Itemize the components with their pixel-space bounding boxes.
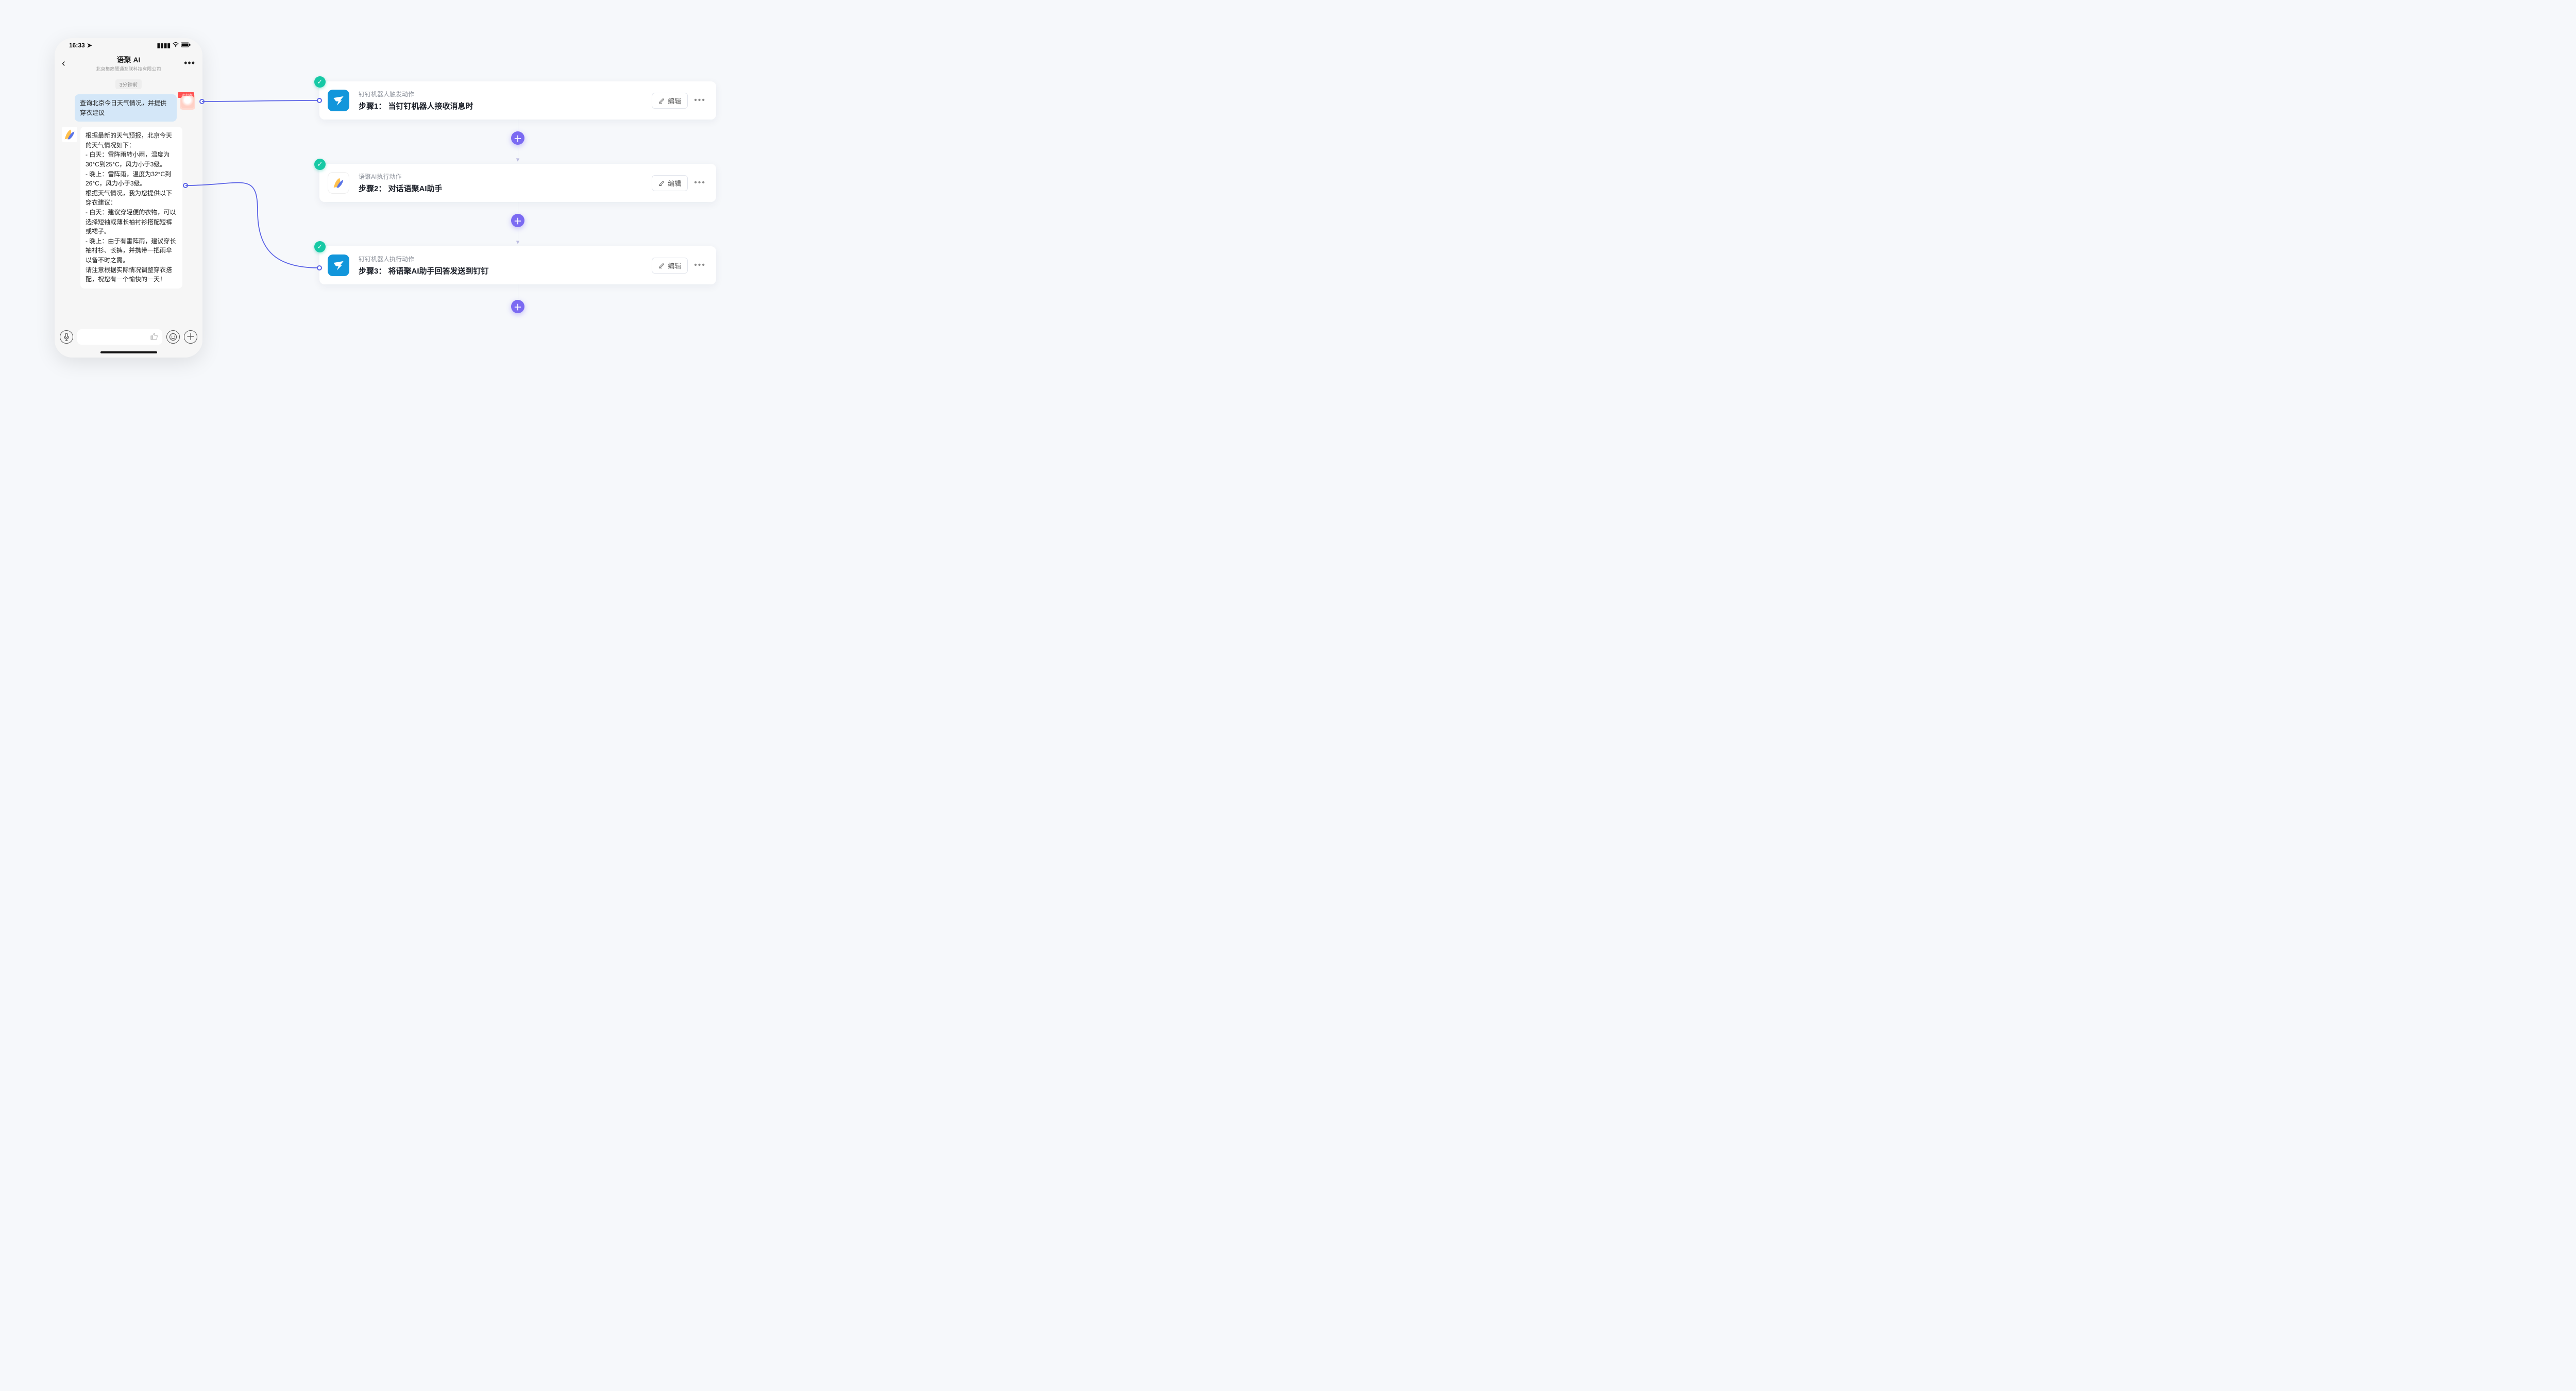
back-icon[interactable]: ‹ <box>62 58 65 70</box>
emoji-icon[interactable] <box>166 330 180 344</box>
yuju-logo-icon <box>62 127 77 142</box>
step-subtitle: 语聚AI执行动作 <box>359 172 652 181</box>
arrow-down-icon: ▾ <box>516 156 520 164</box>
status-indicators: ▮▮▮▮ <box>157 42 191 49</box>
user-message-bubble: 查询北京今日天气情况，并提供穿衣建议 <box>75 94 177 122</box>
bot-message-row: 根据最新的天气预报，北京今天的天气情况如下： - 白天：雷阵雨转小雨，温度为30… <box>59 127 198 289</box>
connector-tail: ＋ <box>511 284 524 314</box>
more-icon[interactable]: ••• <box>184 58 195 69</box>
add-step-button[interactable]: ＋ <box>511 131 524 145</box>
more-icon[interactable]: ••• <box>693 178 707 188</box>
home-indicator <box>100 351 157 353</box>
add-step-button[interactable]: ＋ <box>511 214 524 227</box>
phone-nav-bar: ‹ 语聚 AI 北京集简慧通互联科技有限公司 ••• <box>55 53 202 74</box>
check-icon: ✓ <box>314 76 326 88</box>
connector: ＋ ▾ <box>511 120 524 164</box>
nav-title-block: 语聚 AI 北京集简慧通互联科技有限公司 <box>96 55 161 72</box>
workflow-step-2[interactable]: ✓ 语聚AI执行动作 步骤2： 对话语聚AI助手 编辑 ••• <box>319 164 716 202</box>
edit-button[interactable]: 编辑 <box>652 93 688 109</box>
pencil-icon <box>658 262 665 269</box>
workflow: ✓ 钉钉机器人触发动作 步骤1： 当钉钉机器人接收消息时 编辑 ••• ＋ ▾ … <box>319 81 716 314</box>
check-icon: ✓ <box>314 241 326 252</box>
avatar-badge: 一起加油! <box>178 92 194 98</box>
message-input[interactable] <box>77 329 162 345</box>
pencil-icon <box>658 180 665 186</box>
status-time: 16:33 <box>69 42 85 49</box>
thumbs-up-icon[interactable] <box>150 332 158 342</box>
chat-input-bar: ＋ <box>55 326 202 349</box>
battery-icon <box>181 42 191 49</box>
pencil-icon <box>658 97 665 104</box>
voice-icon[interactable] <box>60 330 73 344</box>
more-icon[interactable]: ••• <box>693 261 707 270</box>
wifi-icon <box>173 42 179 49</box>
user-avatar[interactable]: 一起加油! <box>180 94 195 110</box>
edit-button[interactable]: 编辑 <box>652 258 688 274</box>
connector: ＋ ▾ <box>511 202 524 246</box>
dingtalk-icon <box>328 255 349 276</box>
more-icon[interactable]: ••• <box>693 96 707 105</box>
phone-mockup: 16:33 ➤ ▮▮▮▮ ‹ 语聚 AI 北京集简慧通互联科技有限公司 ••• … <box>55 38 202 358</box>
workflow-step-1[interactable]: ✓ 钉钉机器人触发动作 步骤1： 当钉钉机器人接收消息时 编辑 ••• <box>319 81 716 120</box>
yuju-icon <box>328 172 349 194</box>
step-subtitle: 钉钉机器人执行动作 <box>359 255 652 263</box>
workflow-step-3[interactable]: ✓ 钉钉机器人执行动作 步骤3： 将语聚AI助手回答发送到钉钉 编辑 ••• <box>319 246 716 284</box>
check-icon: ✓ <box>314 159 326 170</box>
chat-subtitle: 北京集简慧通互联科技有限公司 <box>96 65 161 72</box>
user-message-row: 查询北京今日天气情况，并提供穿衣建议 一起加油! <box>59 94 198 122</box>
step-title: 步骤3： 将语聚AI助手回答发送到钉钉 <box>359 265 652 276</box>
chat-body: 3分钟前 查询北京今日天气情况，并提供穿衣建议 一起加油! 根据最新的天气预报，… <box>55 74 202 326</box>
edit-button[interactable]: 编辑 <box>652 175 688 191</box>
step-subtitle: 钉钉机器人触发动作 <box>359 90 652 98</box>
location-arrow-icon: ➤ <box>87 42 92 49</box>
signal-icon: ▮▮▮▮ <box>157 42 171 49</box>
plus-icon[interactable]: ＋ <box>184 330 197 344</box>
phone-status-bar: 16:33 ➤ ▮▮▮▮ <box>55 38 202 53</box>
step-title: 步骤1： 当钉钉机器人接收消息时 <box>359 100 652 111</box>
chat-title: 语聚 AI <box>96 55 161 65</box>
arrow-down-icon: ▾ <box>516 238 520 246</box>
bot-avatar[interactable] <box>62 127 77 142</box>
dingtalk-icon <box>328 90 349 111</box>
message-timestamp: 3分钟前 <box>115 79 142 89</box>
bot-message-bubble: 根据最新的天气预报，北京今天的天气情况如下： - 白天：雷阵雨转小雨，温度为30… <box>80 127 182 289</box>
step-title: 步骤2： 对话语聚AI助手 <box>359 183 652 194</box>
add-step-button[interactable]: ＋ <box>511 300 524 313</box>
